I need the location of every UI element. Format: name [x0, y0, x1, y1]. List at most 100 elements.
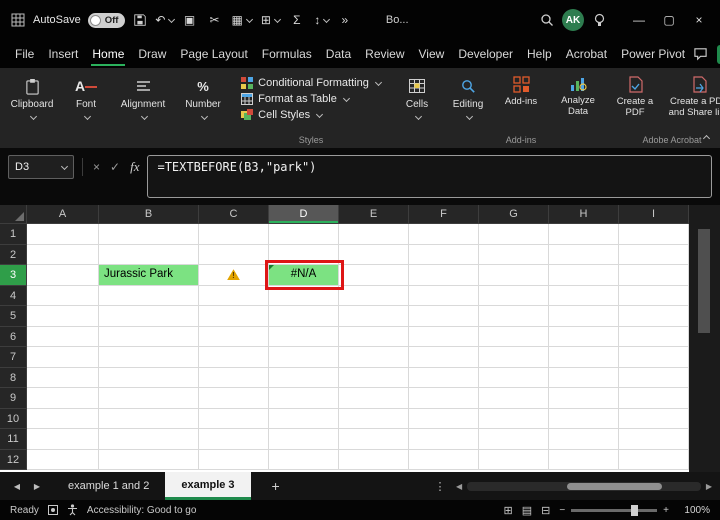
cell-C10[interactable]	[199, 408, 269, 429]
zoom-track[interactable]	[571, 504, 658, 516]
create-pdf-share-button[interactable]: Create a PDF and Share link	[664, 76, 720, 119]
menu-tab-data[interactable]: Data	[319, 42, 358, 67]
row-header-4[interactable]: 4	[0, 285, 27, 306]
zoom-level[interactable]: 100%	[678, 505, 710, 516]
cell-D12[interactable]	[269, 449, 339, 470]
accessibility-status[interactable]: Accessibility: Good to go	[87, 505, 197, 516]
name-box-dropdown-icon[interactable]	[60, 162, 69, 170]
cell-D6[interactable]	[269, 326, 339, 347]
cell-G8[interactable]	[479, 367, 549, 388]
column-header-C[interactable]: C	[199, 205, 269, 224]
column-header-D[interactable]: D	[269, 205, 339, 224]
cells-dropdown-icon[interactable]	[414, 112, 422, 121]
cell-H11[interactable]	[549, 429, 619, 450]
cell-C7[interactable]	[199, 347, 269, 368]
cell-F6[interactable]	[409, 326, 479, 347]
cell-H4[interactable]	[549, 285, 619, 306]
cell-H9[interactable]	[549, 388, 619, 409]
cell-G5[interactable]	[479, 306, 549, 327]
cell-C9[interactable]	[199, 388, 269, 409]
cell-C12[interactable]	[199, 449, 269, 470]
cell-E4[interactable]	[339, 285, 409, 306]
row-header-3[interactable]: 3	[0, 265, 27, 286]
cell-I1[interactable]	[619, 224, 689, 245]
save-icon[interactable]	[132, 11, 148, 29]
cell-A1[interactable]	[27, 224, 99, 245]
accessibility-icon[interactable]	[67, 504, 78, 516]
cancel-icon[interactable]: ×	[93, 160, 100, 174]
cell-H3[interactable]	[549, 265, 619, 286]
undo-dropdown-icon[interactable]	[168, 15, 176, 23]
cell-G3[interactable]	[479, 265, 549, 286]
cell-B3[interactable]: Jurassic Park	[99, 265, 199, 286]
cell-D3[interactable]: #N/A	[269, 265, 339, 286]
row-header-11[interactable]: 11	[0, 429, 27, 450]
autosum-icon[interactable]: Σ	[289, 11, 305, 29]
zoom-in-icon[interactable]: +	[663, 505, 669, 516]
cell-G12[interactable]	[479, 449, 549, 470]
menu-tab-acrobat[interactable]: Acrobat	[559, 42, 614, 67]
cell-A2[interactable]	[27, 244, 99, 265]
cell-B8[interactable]	[99, 367, 199, 388]
cell-E6[interactable]	[339, 326, 409, 347]
cell-G10[interactable]	[479, 408, 549, 429]
cell-E8[interactable]	[339, 367, 409, 388]
cut-icon[interactable]: ✂	[206, 11, 222, 29]
row-header-12[interactable]: 12	[0, 449, 27, 470]
menu-tab-help[interactable]: Help	[520, 42, 559, 67]
undo-icon[interactable]: ↶	[155, 11, 176, 29]
cell-A12[interactable]	[27, 449, 99, 470]
cell-B1[interactable]	[99, 224, 199, 245]
column-header-F[interactable]: F	[409, 205, 479, 224]
sheet-tab-example-1-and-2[interactable]: example 1 and 2	[52, 472, 165, 500]
cell-F4[interactable]	[409, 285, 479, 306]
cell-F9[interactable]	[409, 388, 479, 409]
menu-tab-review[interactable]: Review	[358, 42, 411, 67]
cell-E2[interactable]	[339, 244, 409, 265]
zoom-out-icon[interactable]: −	[559, 505, 565, 516]
cell-D7[interactable]	[269, 347, 339, 368]
cell-A8[interactable]	[27, 367, 99, 388]
cell-I11[interactable]	[619, 429, 689, 450]
hscroll-thumb[interactable]	[567, 482, 663, 490]
sheet-tab-example-3[interactable]: example 3	[165, 472, 251, 500]
cell-I9[interactable]	[619, 388, 689, 409]
row-header-5[interactable]: 5	[0, 306, 27, 327]
format-table-dropdown-icon[interactable]	[342, 94, 350, 102]
clipboard-dropdown-icon[interactable]	[29, 112, 37, 121]
hscroll-track[interactable]	[467, 481, 701, 491]
cell-I3[interactable]	[619, 265, 689, 286]
cell-F3[interactable]	[409, 265, 479, 286]
cell-H2[interactable]	[549, 244, 619, 265]
row-header-10[interactable]: 10	[0, 408, 27, 429]
cell-D8[interactable]	[269, 367, 339, 388]
menu-tab-insert[interactable]: Insert	[41, 42, 85, 67]
column-header-A[interactable]: A	[27, 205, 99, 224]
cell-G9[interactable]	[479, 388, 549, 409]
hscroll-left-icon[interactable]: ◀	[456, 482, 462, 491]
ribbon-group-cells[interactable]: Cells	[394, 71, 440, 148]
horizontal-scrollbar[interactable]: ◀ ▶	[456, 481, 712, 491]
ribbon-group-editing[interactable]: Editing	[444, 71, 492, 148]
column-header-B[interactable]: B	[99, 205, 199, 224]
row-header-7[interactable]: 7	[0, 347, 27, 368]
ribbon-group-alignment[interactable]: Alignment	[112, 71, 174, 148]
zoom-thumb[interactable]	[631, 504, 639, 516]
cell-E5[interactable]	[339, 306, 409, 327]
cell-F8[interactable]	[409, 367, 479, 388]
cell-B7[interactable]	[99, 347, 199, 368]
column-header-I[interactable]: I	[619, 205, 689, 224]
cell-A9[interactable]	[27, 388, 99, 409]
cell-I5[interactable]	[619, 306, 689, 327]
menu-tab-draw[interactable]: Draw	[131, 42, 173, 67]
cell-C5[interactable]	[199, 306, 269, 327]
cell-F2[interactable]	[409, 244, 479, 265]
cf-dropdown-icon[interactable]	[374, 78, 382, 86]
cell-F1[interactable]	[409, 224, 479, 245]
ribbon-group-clipboard[interactable]: Clipboard	[4, 71, 60, 148]
cell-E12[interactable]	[339, 449, 409, 470]
page-break-view-icon[interactable]: ⊟	[541, 504, 550, 517]
cell-E1[interactable]	[339, 224, 409, 245]
cell-D10[interactable]	[269, 408, 339, 429]
minimize-button[interactable]: —	[624, 0, 654, 40]
